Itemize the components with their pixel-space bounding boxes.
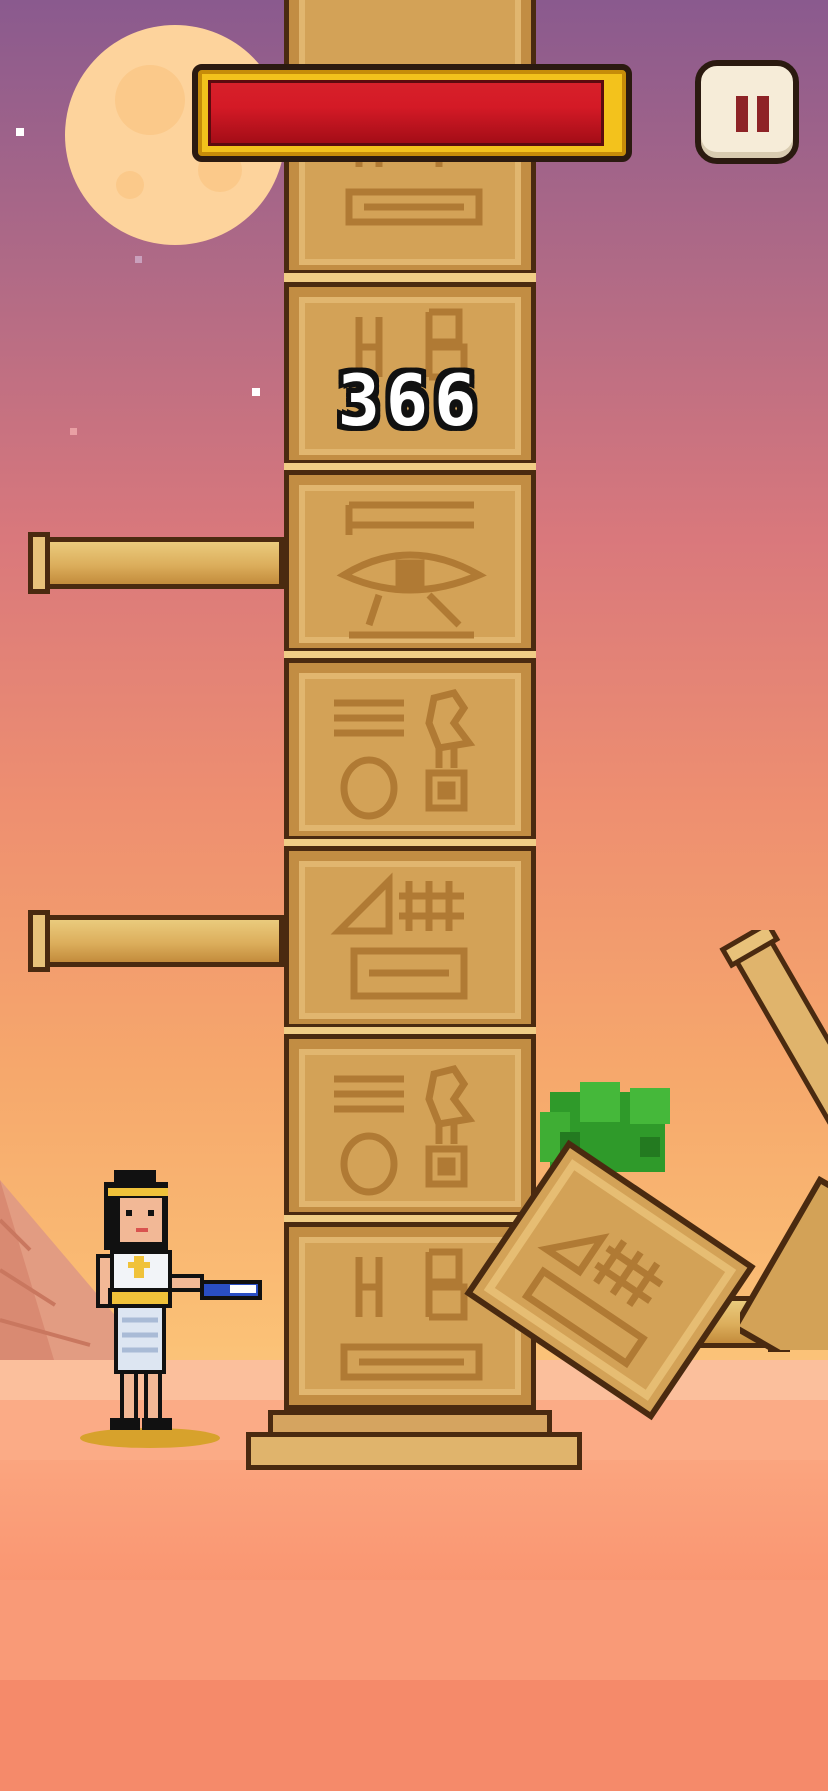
flying-block-debris-right (740, 1175, 828, 1350)
health-bar-fill (208, 80, 604, 146)
flying-branch-debris (719, 930, 828, 1162)
player-character (80, 1170, 262, 1448)
game-scene[interactable]: 366 (0, 0, 828, 1791)
pillar-block-eye (284, 470, 536, 658)
branch-left (40, 915, 284, 967)
branch-cap (28, 910, 50, 972)
pause-button[interactable] (695, 60, 799, 164)
branch-cap (28, 532, 50, 594)
pillar-block-pyramid (284, 846, 536, 1034)
health-bar (192, 64, 632, 162)
branch-left (40, 537, 284, 589)
score-counter: 366 (337, 360, 483, 442)
pillar-block-bird (284, 658, 536, 846)
